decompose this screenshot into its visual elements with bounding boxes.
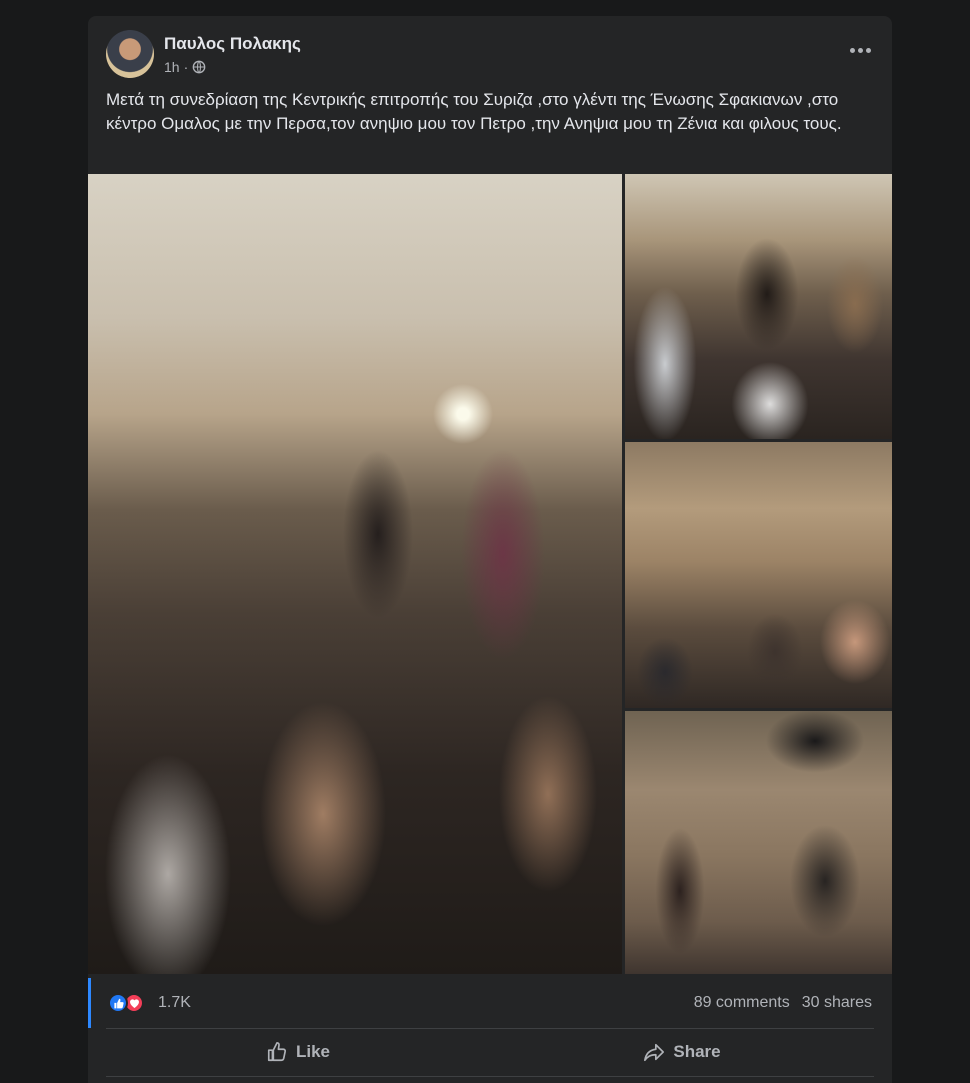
divider (106, 1028, 874, 1029)
reactions-bar: 1.7K 89 comments 30 shares (88, 978, 892, 1028)
dot-icon (849, 47, 855, 53)
photo-2[interactable] (625, 174, 892, 439)
photo-4[interactable] (625, 711, 892, 974)
dot-icon (865, 47, 871, 53)
share-label: Share (673, 1042, 721, 1061)
share-icon (644, 1043, 665, 1062)
post-stats: 89 comments 30 shares (694, 994, 872, 1012)
post-meta: 1h · (164, 59, 206, 75)
author-name[interactable]: Παυλος Πολακης (164, 34, 301, 54)
globe-icon (192, 60, 206, 74)
like-button[interactable]: Like (106, 1032, 490, 1072)
like-icon (108, 993, 128, 1013)
reaction-count[interactable]: 1.7K (158, 994, 191, 1012)
thumbs-up-icon (267, 1042, 287, 1062)
like-label: Like (295, 1042, 331, 1061)
reaction-icons[interactable] (108, 993, 150, 1013)
share-button[interactable]: Share (490, 1032, 874, 1072)
focus-indicator (88, 978, 91, 1028)
post-time[interactable]: 1h (164, 59, 180, 75)
action-bar: Like Share (106, 1032, 874, 1072)
dot-icon (857, 47, 863, 53)
photo-main[interactable] (88, 174, 622, 974)
divider (106, 1076, 874, 1077)
post-text: Μετά τη συνεδρίαση της Κεντρικής επιτροπ… (106, 90, 842, 133)
shares-count[interactable]: 30 shares (802, 994, 872, 1012)
meta-separator: · (183, 59, 189, 75)
author-avatar[interactable] (106, 30, 154, 78)
more-options-button[interactable] (842, 38, 878, 62)
comments-count[interactable]: 89 comments (694, 994, 790, 1012)
photo-3[interactable] (625, 442, 892, 708)
post-card: Παυλος Πολακης 1h · Μετά τη συνεδρίαση τ… (88, 16, 892, 1083)
